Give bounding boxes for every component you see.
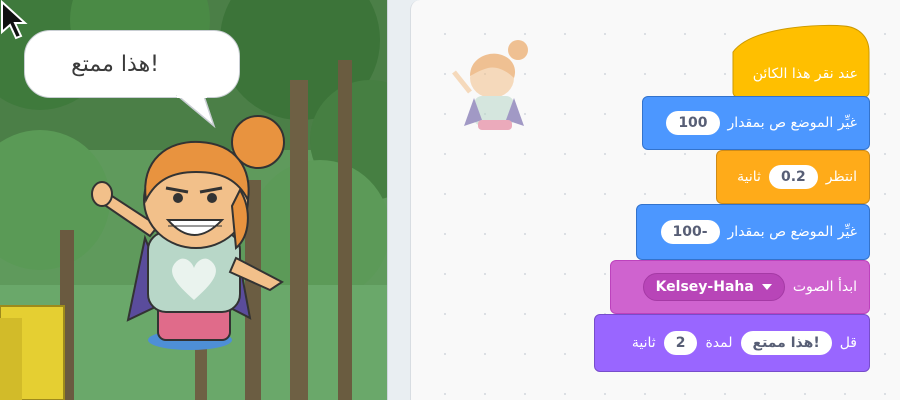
wait-label: انتظر bbox=[825, 169, 857, 185]
speech-bubble-text: هذا ممتع! bbox=[71, 51, 159, 77]
say-seconds-input[interactable]: 2 bbox=[663, 331, 698, 355]
say-text-input[interactable]: هذا ممتع! bbox=[740, 331, 832, 355]
start-sound-block[interactable]: ابدأ الصوت Kelsey-Haha bbox=[610, 260, 870, 314]
change-y-input-2[interactable]: -100 bbox=[660, 220, 720, 244]
change-y-input-1[interactable]: 100 bbox=[666, 111, 720, 135]
change-y-block-2[interactable]: غيِّر الموضع ص بمقدار -100 bbox=[636, 204, 870, 260]
start-sound-label: ابدأ الصوت bbox=[792, 279, 857, 295]
say-for-label: لمدة bbox=[705, 335, 733, 351]
when-sprite-clicked-block[interactable]: عند نقر هذا الكائن bbox=[732, 52, 870, 96]
say-for-secs-block[interactable]: قل هذا ممتع! لمدة 2 ثانية bbox=[594, 314, 870, 372]
change-y-label-2: غيِّر الموضع ص بمقدار bbox=[727, 224, 857, 240]
sound-dropdown[interactable]: Kelsey-Haha bbox=[642, 273, 785, 301]
wait-unit-label: ثانية bbox=[737, 169, 761, 185]
dropdown-arrow-icon bbox=[761, 284, 772, 290]
wait-block[interactable]: انتظر 0.2 ثانية bbox=[716, 150, 870, 204]
stage[interactable]: هذا ممتع! bbox=[0, 0, 388, 400]
panel-divider bbox=[388, 0, 410, 400]
change-y-label-1: غيِّر الموضع ص بمقدار bbox=[727, 115, 857, 131]
speech-bubble: هذا ممتع! bbox=[24, 30, 240, 98]
change-y-block-1[interactable]: غيِّر الموضع ص بمقدار 100 bbox=[642, 96, 870, 150]
mouse-pointer-icon bbox=[1, 0, 28, 40]
kelsey-sprite-thumbnail bbox=[452, 40, 528, 130]
wait-seconds-input[interactable]: 0.2 bbox=[768, 165, 818, 189]
sound-dropdown-value: Kelsey-Haha bbox=[655, 279, 754, 295]
when-sprite-clicked-label: عند نقر هذا الكائن bbox=[752, 66, 858, 82]
say-unit-label: ثانية bbox=[631, 335, 656, 351]
say-label: قل bbox=[839, 335, 857, 351]
